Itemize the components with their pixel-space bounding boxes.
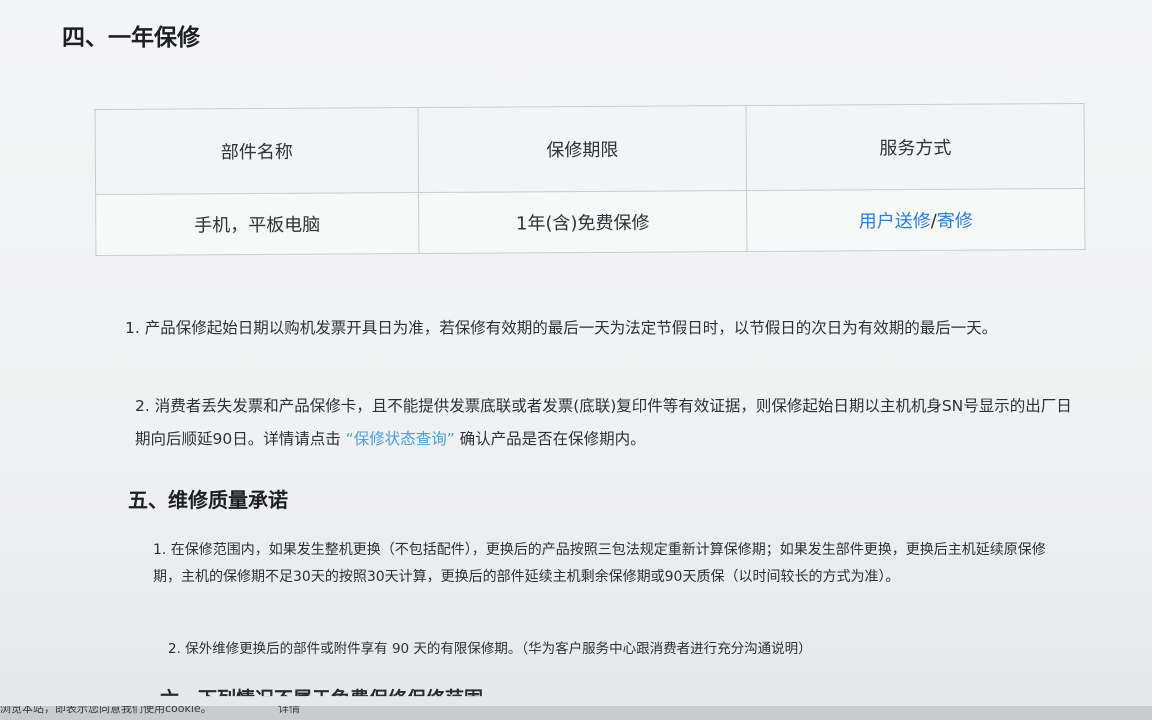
note-item-2: 2. 消费者丢失发票和产品保修卡，且不能提供发票底联或者发票(底联)复印件等有效… bbox=[135, 390, 1085, 456]
page: 四、一年保修 部件名称 保修期限 服务方式 手机，平板电脑 1年(含)免费保修 … bbox=[0, 0, 1152, 720]
mail-repair-link[interactable]: 寄修 bbox=[937, 211, 973, 232]
note-2-tail: 确认产品是否在保修期内。 bbox=[459, 430, 646, 448]
cookie-banner: 浏览本站，即表示您同意我们使用cookie。 详情 bbox=[0, 706, 1152, 720]
section-title-quality: 五、维修质量承诺 bbox=[128, 488, 288, 512]
header-service-method: 服务方式 bbox=[746, 103, 1085, 191]
cell-part: 手机，平板电脑 bbox=[95, 192, 419, 256]
table-header-row: 部件名称 保修期限 服务方式 bbox=[95, 103, 1085, 195]
warranty-status-query-link[interactable]: “保修状态查询” bbox=[346, 430, 455, 448]
cell-period: 1年(含)免费保修 bbox=[418, 190, 747, 254]
note-item-1: 1. 产品保修起始日期以购机发票开具日为准，若保修有效期的最后一天为法定节假日时… bbox=[125, 319, 998, 337]
user-send-repair-link[interactable]: 用户送修 bbox=[859, 211, 931, 232]
table-row: 手机，平板电脑 1年(含)免费保修 用户送修/寄修 bbox=[95, 188, 1085, 256]
quality-item-2: 2. 保外维修更换后的部件或附件享有 90 天的有限保修期。（华为客户服务中心跟… bbox=[168, 641, 812, 657]
header-part-name: 部件名称 bbox=[95, 107, 419, 195]
cell-service: 用户送修/寄修 bbox=[746, 188, 1085, 252]
section-title-warranty: 四、一年保修 bbox=[62, 25, 200, 51]
cookie-text: 浏览本站，即表示您同意我们使用cookie。 bbox=[0, 706, 212, 715]
cookie-details-link[interactable]: 详情 bbox=[278, 706, 300, 720]
warranty-table: 部件名称 保修期限 服务方式 手机，平板电脑 1年(含)免费保修 用户送修/寄修 bbox=[94, 102, 1086, 257]
quality-item-1: 1. 在保修范围内，如果发生整机更换（不包括配件），更换后的产品按照三包法规定重… bbox=[153, 542, 1046, 585]
header-warranty-period: 保修期限 bbox=[418, 105, 747, 193]
